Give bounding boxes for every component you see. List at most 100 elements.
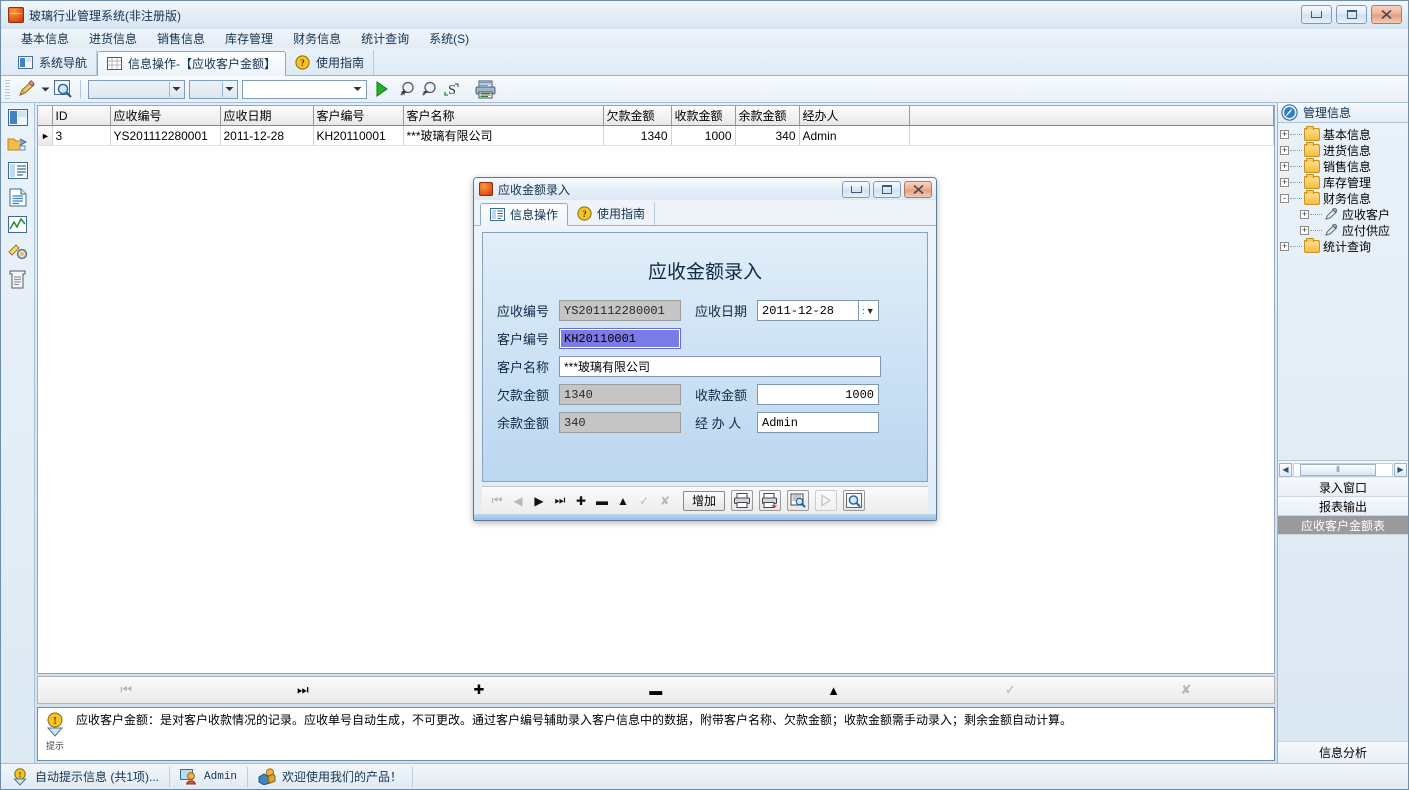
expander-icon[interactable]: + [1280,129,1289,139]
operator-combo[interactable] [189,79,238,99]
dlg-insert-button[interactable]: ✚ [572,491,590,511]
tree-node-finance[interactable]: - 财务信息 [1280,189,1408,206]
pencil-icon[interactable] [17,80,37,98]
customer-name-field[interactable]: ***玻璃有限公司 [559,356,881,377]
dlg-next-button[interactable]: ▶ [530,491,548,511]
grid-col-debt[interactable]: 欠款金额 [603,106,672,126]
customer-no-field[interactable]: KH20110001 [559,328,681,349]
dialog-minimize-button[interactable] [842,181,870,198]
dialog-tab-info-operation[interactable]: 信息操作 [480,203,569,226]
report-output-button[interactable]: 报表输出 [1278,497,1408,516]
scrollbar-track[interactable]: ⦀ [1293,462,1393,477]
scrollbar-thumb[interactable]: ⦀ [1300,463,1376,476]
tree-node-purchase[interactable]: + 进货信息 [1280,141,1408,158]
menu-item-basic[interactable]: 基本信息 [11,29,79,48]
menu-item-statistics[interactable]: 统计查询 [351,29,419,48]
tree-node-basic[interactable]: + 基本信息 [1280,125,1408,142]
grid-insert-button[interactable]: ✚ [474,682,485,698]
menu-item-sales[interactable]: 销售信息 [147,29,215,48]
grid-post-button[interactable]: ✓ [1005,682,1016,698]
grid-first-button[interactable]: ⏮ [120,682,132,698]
grid-col-id[interactable]: ID [52,106,111,126]
grid-col-operator[interactable]: 经办人 [799,106,910,126]
dlg-delete-button[interactable]: ▬ [593,491,611,511]
grid-delete-button[interactable]: ▬ [649,683,662,698]
grid-last-button[interactable]: ⏭ [297,682,309,698]
tab-system-navigation[interactable]: 系统导航 [9,50,98,75]
tree-node-sales[interactable]: + 销售信息 [1280,157,1408,174]
received-amount-field[interactable]: 1000 [757,384,879,405]
expander-icon[interactable]: + [1300,209,1309,219]
expander-icon[interactable]: - [1280,193,1289,203]
dlg-edit-button[interactable]: ▲ [614,491,632,511]
expander-icon[interactable]: + [1280,145,1289,155]
expander-icon[interactable]: + [1280,177,1289,187]
dlg-cancel-button[interactable]: ✘ [656,491,674,511]
tree-node-inventory[interactable]: + 库存管理 [1280,173,1408,190]
right-panel-hscrollbar[interactable]: ◀ ⦀ ▶ [1278,460,1408,478]
printer-icon[interactable] [475,80,497,99]
dlg-post-button[interactable]: ✓ [635,491,653,511]
keyword-combo[interactable] [242,79,367,99]
filter-field-combo[interactable] [88,79,185,99]
sidebar-archive-icon[interactable] [9,270,26,289]
grid-col-received[interactable]: 收款金额 [671,106,736,126]
dlg-preview-button[interactable] [787,490,810,511]
sidebar-list-icon[interactable] [7,162,28,179]
dialog-close-button[interactable] [904,181,932,198]
status-auto-hint[interactable]: ! 自动提示信息 (共1项)... [1,766,171,787]
status-user[interactable]: Admin [170,766,249,787]
chevron-left-icon[interactable]: ◀ [1279,462,1292,477]
dlg-print-button[interactable] [731,490,754,511]
sidebar-chart-icon[interactable] [7,216,28,234]
operator-field[interactable]: Admin [757,412,879,433]
grid-edit-button[interactable]: ▲ [827,683,840,698]
refresh-icon[interactable]: S [443,81,461,98]
sidebar-folder-link-icon[interactable] [7,135,29,153]
menu-item-finance[interactable]: 财务信息 [283,29,351,48]
expander-icon[interactable]: + [1280,241,1289,251]
status-welcome[interactable]: 欢迎使用我们的产品！ [248,766,414,787]
grid-col-receipt-date[interactable]: 应收日期 [220,106,314,126]
chevron-down-icon[interactable]: ▼ [866,306,875,316]
play-icon[interactable] [375,81,389,97]
tree-node-statistics[interactable]: + 统计查询 [1280,237,1408,254]
grid-col-balance[interactable]: 余款金额 [735,106,800,126]
toolbar-grip[interactable] [5,79,10,99]
dialog-maximize-button[interactable] [873,181,901,198]
chevron-right-icon[interactable]: ▶ [1394,462,1407,477]
sidebar-tools-icon[interactable] [7,243,29,261]
expander-icon[interactable]: + [1280,161,1289,171]
entry-window-button[interactable]: 录入窗口 [1278,478,1408,497]
grid-col-customer-no[interactable]: 客户编号 [313,106,404,126]
dlg-export-button[interactable] [759,490,782,511]
table-row[interactable]: ► 3 YS201112280001 2011-12-28 KH20110001… [38,125,1274,146]
dlg-find-button[interactable] [843,490,866,511]
dlg-prev-button[interactable]: ◀ [509,491,527,511]
close-button[interactable] [1371,5,1402,24]
receivable-report-button[interactable]: 应收客户金额表 [1278,516,1408,535]
receipt-date-field[interactable]: 2011-12-28 [757,300,859,321]
grid-col-receipt-no[interactable]: 应收编号 [110,106,221,126]
zoom-out-icon[interactable] [421,81,439,98]
grid-col-customer-name[interactable]: 客户名称 [403,106,604,126]
tree-node-payable[interactable]: + 应付供应 [1280,222,1408,238]
menu-item-purchase[interactable]: 进货信息 [79,29,147,48]
minimize-button[interactable] [1301,5,1332,24]
magnifier-icon[interactable] [54,80,73,98]
tab-info-operation[interactable]: 信息操作-【应收客户金额】 [97,51,287,76]
menu-item-system[interactable]: 系统(S) [419,29,479,48]
dialog-tab-user-guide[interactable]: ? 使用指南 [568,202,656,225]
info-analysis-button[interactable]: 信息分析 [1278,741,1408,763]
date-spinner[interactable]: : ▼ [859,300,879,321]
sidebar-window-icon[interactable] [7,109,28,126]
dlg-first-button[interactable]: ⏮ [488,491,506,511]
sidebar-document-icon[interactable] [9,188,27,207]
expander-icon[interactable]: + [1300,225,1309,235]
tree-node-receivable[interactable]: + 应收客户 [1280,206,1408,222]
zoom-in-icon[interactable] [399,81,417,98]
dlg-play-button[interactable] [815,490,838,511]
dlg-last-button[interactable]: ⏭ [551,491,569,511]
chevron-down-icon[interactable] [41,86,50,93]
menu-item-inventory[interactable]: 库存管理 [215,29,283,48]
